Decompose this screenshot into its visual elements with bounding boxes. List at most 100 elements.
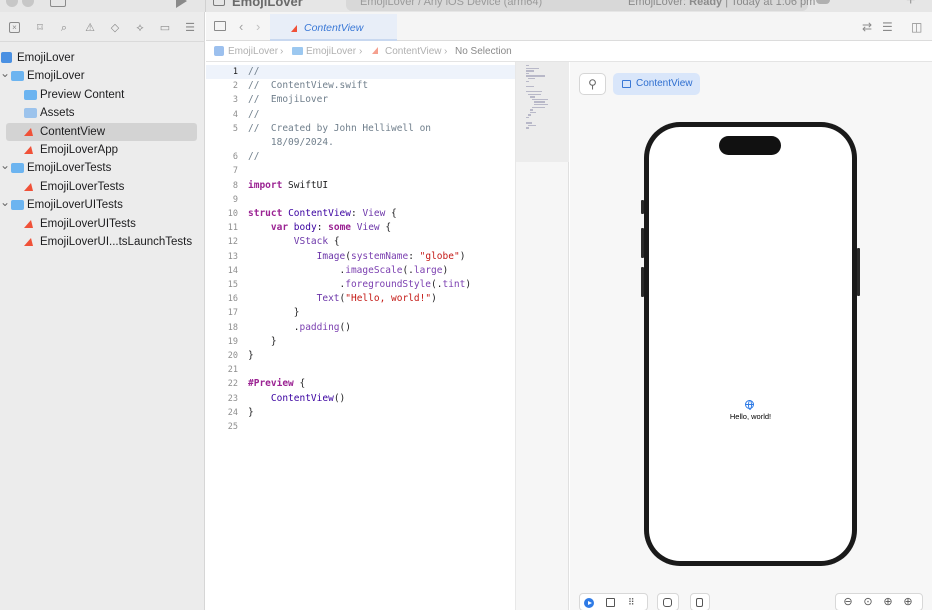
selectable-mode-icon[interactable] — [606, 598, 615, 607]
zoom-actual-size-icon[interactable]: ⊙ — [860, 593, 876, 610]
navigator-item[interactable]: ›Preview Content — [0, 86, 205, 104]
chevron-down-icon[interactable]: ⌄ — [0, 64, 10, 82]
code-line[interactable]: 4 // — [206, 108, 515, 122]
scheme-destination-selector[interactable]: EmojiLover / Any iOS Device (arm64) — [360, 0, 542, 8]
editor-options-icon[interactable]: ☰ — [882, 20, 893, 34]
navigator-item[interactable]: ⌄ EmojiLover — [0, 64, 205, 85]
swap-icon[interactable]: ⇄ — [862, 20, 872, 34]
navigator-item[interactable]: ⌄ EmojiLoverUITests — [0, 193, 205, 214]
code-token: VStack — [293, 236, 329, 248]
code-line[interactable]: 16 Text("Hello, world!") — [206, 292, 515, 306]
breadcrumb-project[interactable]: EmojiLover — [228, 46, 278, 57]
code-line[interactable]: 22 #Preview { — [206, 377, 515, 391]
navigator-item[interactable]: ContentView — [6, 122, 197, 141]
zoom-in-icon[interactable]: ⊕ — [880, 593, 896, 610]
code-line[interactable]: 3 // EmojiLover — [206, 93, 515, 107]
debug-navigator-icon[interactable]: ⟡ — [134, 22, 146, 34]
code-line[interactable]: 15 .foregroundStyle(.tint) — [206, 278, 515, 292]
issue-navigator-icon[interactable]: ⚠ — [84, 22, 96, 34]
sidebar-toggle-icon[interactable] — [50, 0, 66, 7]
code-line[interactable]: 18 .padding() — [206, 321, 515, 335]
tab-contentview[interactable]: ContentView — [270, 14, 397, 41]
device-button[interactable] — [690, 593, 710, 610]
zoom-out-icon[interactable]: ⊖ — [840, 593, 856, 610]
code-line[interactable]: 23 ContentView() — [206, 392, 515, 406]
live-preview-icon[interactable] — [584, 598, 594, 608]
code-line[interactable]: 11 var body: some View { — [206, 221, 515, 235]
iphone-preview[interactable]: Hello, world! — [641, 122, 860, 566]
navigator-item[interactable]: Assets — [0, 104, 205, 122]
code-line[interactable]: 10 struct ContentView: View { — [206, 207, 515, 221]
code-text: 18/09/2024. — [248, 136, 334, 150]
chevron-down-icon[interactable]: ⌄ — [0, 156, 10, 174]
minimap-visible-region[interactable] — [516, 62, 569, 162]
minimap[interactable] — [515, 62, 569, 610]
run-button[interactable] — [176, 0, 187, 8]
zoom-to-fit-icon[interactable]: ⊕ — [900, 593, 916, 610]
navigator-item[interactable]: ⌄ EmojiLoverTests — [0, 156, 205, 177]
build-status-prefix: EmojiLover: — [628, 0, 690, 8]
code-token: foregroundStyle — [345, 279, 432, 290]
close-window-button[interactable] — [6, 0, 18, 7]
code-line[interactable]: 8 import SwiftUI — [206, 179, 515, 193]
code-line[interactable]: 14 .imageScale(.large) — [206, 264, 515, 278]
code-line[interactable]: 5 // Created by John Helliwell on — [206, 122, 515, 136]
navigator-item[interactable]: EmojiLover — [0, 49, 205, 67]
code-line[interactable]: 7 — [206, 164, 515, 178]
device-settings-icon — [663, 598, 672, 607]
minimize-window-button[interactable] — [22, 0, 34, 7]
code-line[interactable]: 20} — [206, 349, 515, 363]
code-line[interactable]: 1 // — [206, 65, 515, 79]
preview-screen[interactable] — [649, 127, 852, 561]
breadcrumb-file[interactable]: ContentView — [385, 46, 442, 57]
code-line[interactable]: 24} — [206, 406, 515, 420]
code-line[interactable]: 19 } — [206, 335, 515, 349]
chevron-down-icon[interactable]: ⌄ — [0, 193, 10, 211]
code-token: : — [408, 250, 420, 262]
project-title: EmojiLover — [232, 0, 303, 9]
breadcrumb-selection[interactable]: No Selection — [455, 46, 512, 57]
go-forward-icon[interactable]: › — [256, 19, 260, 34]
navigator-item[interactable]: EmojiLoverTests — [0, 178, 205, 196]
code-line[interactable]: 12 VStack { — [206, 235, 515, 249]
code-line[interactable]: 9 — [206, 193, 515, 207]
code-line[interactable]: 2 // ContentView.swift — [206, 79, 515, 93]
go-back-icon[interactable]: ‹ — [239, 19, 243, 34]
test-navigator-icon[interactable]: ◇ — [109, 22, 121, 34]
code-token: ContentView — [288, 208, 351, 219]
report-navigator-icon[interactable]: ☰ — [184, 22, 196, 34]
project-navigator-icon[interactable]: × — [9, 22, 20, 33]
navigator-item[interactable]: EmojiLoverUI...tsLaunchTests — [0, 233, 205, 251]
find-navigator-icon[interactable]: ⌕ — [58, 22, 70, 34]
source-editor[interactable]: 1 // 2 // ContentView.swift 3 // EmojiLover 4 /… — [206, 62, 515, 610]
navigator-item[interactable]: EmojiLoverApp — [0, 141, 205, 159]
minimap-line — [530, 96, 535, 98]
code-line[interactable]: 13 Image(systemName: "globe") — [206, 250, 515, 264]
preview-selector-button[interactable]: ContentView — [613, 73, 700, 95]
code-token: View — [356, 222, 380, 234]
related-items-icon[interactable] — [214, 21, 226, 31]
bookmark-icon[interactable]: ⌑ — [34, 22, 46, 34]
folder-icon — [11, 200, 24, 211]
code-line[interactable]: 18/09/2024. — [206, 136, 515, 150]
minimap-line — [534, 101, 546, 103]
navigator-item[interactable]: EmojiLoverUITests — [0, 215, 205, 233]
pin-preview-button[interactable]: ⚲ — [579, 73, 606, 95]
code-text: var body: some View { — [248, 221, 391, 235]
breakpoint-navigator-icon[interactable]: ▭ — [159, 22, 171, 34]
device-settings-button[interactable] — [657, 593, 679, 610]
code-line[interactable]: 25 — [206, 420, 515, 434]
variants-icon[interactable]: ⠿ — [628, 597, 635, 608]
code-token: ) — [442, 264, 449, 276]
cloud-icon[interactable] — [816, 0, 830, 4]
add-editor-icon[interactable]: ◫ — [911, 20, 922, 34]
code-line[interactable]: 17 } — [206, 306, 515, 320]
add-library-button[interactable]: + — [906, 0, 915, 10]
code-line[interactable]: 6 // — [206, 150, 515, 164]
line-number: 6 — [232, 152, 238, 163]
code-line[interactable]: 21 — [206, 363, 515, 377]
breadcrumb-folder[interactable]: EmojiLover — [306, 46, 356, 57]
code-token: (. — [402, 264, 414, 276]
folder-icon — [292, 47, 303, 55]
code-text: } — [248, 306, 300, 320]
